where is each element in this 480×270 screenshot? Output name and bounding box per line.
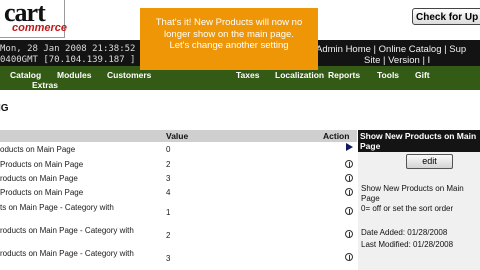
info-icon[interactable] (345, 160, 353, 168)
logo-subtext: commerce (12, 22, 68, 34)
table-row-title[interactable]: ts on Main Page - Category with (0, 203, 114, 212)
callout-line: longer show on the main page. (164, 28, 294, 40)
last-modified: Last Modified: 01/28/2008 (361, 240, 454, 249)
selected-arrow-icon (346, 143, 353, 151)
panel-description-line: 0= off or set the sort order (361, 204, 454, 213)
table-row-value: 3 (166, 174, 171, 183)
table-row-title[interactable]: oducts on Main Page (0, 145, 75, 154)
site-links[interactable]: Site | Version | I (364, 55, 430, 66)
table-row-value: 3 (166, 254, 171, 263)
menu-item-customers[interactable]: Customers (107, 70, 151, 80)
tutorial-callout: That's it! New Products will now no long… (140, 8, 318, 70)
column-header-value: Value (166, 131, 189, 141)
table-row-title[interactable]: roducts on Main Page - Category with (0, 249, 134, 258)
table-row-value: 0 (166, 145, 171, 154)
server-datetime: Mon, 28 Jan 2008 21:38:52 - (0, 44, 147, 54)
callout-line: Let's change another setting (169, 40, 289, 51)
edit-button[interactable]: edit (406, 154, 453, 169)
table-row-title[interactable]: roducts on Main Page (0, 174, 78, 183)
column-header-action: Action (323, 131, 350, 141)
table-row-title[interactable]: Products on Main Page (0, 160, 83, 169)
menu-item-catalog[interactable]: Catalog (10, 70, 41, 80)
admin-links[interactable]: Admin Home | Online Catalog | Sup (316, 44, 466, 55)
menu-item-reports[interactable]: Reports (328, 70, 360, 80)
check-for-updates-button[interactable]: Check for Up (412, 8, 480, 25)
table-row-value: 1 (166, 208, 171, 217)
menu-item-modules[interactable]: Modules (57, 70, 91, 80)
menu-item-tools[interactable]: Tools (377, 70, 399, 80)
info-icon[interactable] (345, 230, 353, 238)
info-panel-title: Show New Products on Main Page (360, 131, 477, 151)
callout-line: That's it! New Products will now no (155, 17, 303, 28)
table-row-title[interactable]: roducts on Main Page - Category with (0, 226, 134, 235)
panel-description-line: Show New Products on Main (361, 184, 464, 193)
panel-description-line: Page (361, 194, 380, 203)
menu-item-localization[interactable]: Localization (275, 70, 324, 80)
date-added: Date Added: 01/28/2008 (361, 228, 448, 237)
info-icon[interactable] (345, 253, 353, 261)
client-ip: 0400GMT [70.104.139.187 ] (0, 55, 136, 65)
info-icon[interactable] (345, 188, 353, 196)
page-title: IG (0, 103, 9, 114)
menu-item-taxes[interactable]: Taxes (236, 70, 259, 80)
menu-item-extras[interactable]: Extras (32, 80, 58, 90)
menu-item-gift[interactable]: Gift (415, 70, 430, 80)
table-row-value: 4 (166, 188, 171, 197)
table-row-title[interactable]: Products on Main Page (0, 188, 83, 197)
table-row-value: 2 (166, 231, 171, 240)
table-row-value: 2 (166, 160, 171, 169)
info-icon[interactable] (345, 207, 353, 215)
info-icon[interactable] (345, 174, 353, 182)
